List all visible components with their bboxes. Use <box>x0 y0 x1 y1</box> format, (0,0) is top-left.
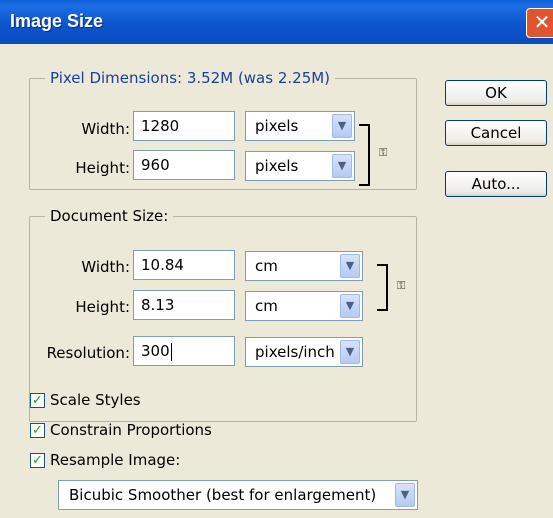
document-width-input[interactable]: 10.84 <box>133 250 235 280</box>
document-height-label: Height: <box>75 298 130 316</box>
document-link-bracket <box>377 264 388 311</box>
text-cursor <box>170 342 172 361</box>
chevron-down-icon[interactable]: ▼ <box>332 154 352 178</box>
checkmark-icon: ✓ <box>32 453 43 468</box>
chevron-down-icon[interactable]: ▼ <box>340 254 360 278</box>
document-width-unit-select[interactable]: cm ▼ <box>245 251 363 281</box>
pixel-height-unit-select[interactable]: pixels ▼ <box>245 151 355 181</box>
chevron-down-icon[interactable]: ▼ <box>395 483 415 507</box>
pixel-width-label: Width: <box>81 120 130 138</box>
auto-button[interactable]: Auto... <box>445 171 547 197</box>
pixel-width-input[interactable]: 1280 <box>133 111 235 141</box>
constrain-proportions-checkbox[interactable]: ✓ <box>30 423 45 438</box>
cancel-label: Cancel <box>470 124 522 142</box>
ok-label: OK <box>485 84 507 102</box>
auto-label: Auto... <box>471 175 521 193</box>
checkmark-icon: ✓ <box>32 393 43 408</box>
ok-button[interactable]: OK <box>445 80 547 106</box>
title-bar[interactable]: Image Size ✕ <box>0 0 553 44</box>
chevron-down-icon[interactable]: ▼ <box>340 340 360 364</box>
document-height-unit: cm <box>255 297 278 315</box>
chain-link-icon: ⚿ <box>397 279 406 292</box>
resolution-unit-select[interactable]: pixels/inch ▼ <box>245 337 363 367</box>
chevron-down-icon[interactable]: ▼ <box>332 114 352 138</box>
resample-method-value: Bicubic Smoother (best for enlargement) <box>69 486 377 504</box>
resample-method-select[interactable]: Bicubic Smoother (best for enlargement) … <box>58 480 418 510</box>
pixel-height-input[interactable]: 960 <box>133 150 235 180</box>
resample-image-checkbox[interactable]: ✓ <box>30 453 45 468</box>
constrain-proportions-label: Constrain Proportions <box>50 421 212 439</box>
resolution-unit: pixels/inch <box>255 343 335 361</box>
document-width-value: 10.84 <box>141 256 184 274</box>
dialog-body: Pixel Dimensions: 3.52M (was 2.25M) Widt… <box>0 44 553 518</box>
pixel-width-value: 1280 <box>141 117 180 135</box>
pixel-height-value: 960 <box>141 156 170 174</box>
resolution-input[interactable]: 300 <box>133 336 235 366</box>
pixel-height-label: Height: <box>75 159 130 177</box>
pixel-width-unit: pixels <box>255 117 299 135</box>
close-icon: ✕ <box>533 10 551 34</box>
chevron-down-icon[interactable]: ▼ <box>340 294 360 318</box>
pixel-dimensions-legend: Pixel Dimensions: 3.52M (was 2.25M) <box>45 69 336 87</box>
document-width-label: Width: <box>81 258 130 276</box>
chain-link-icon: ⚿ <box>379 146 388 159</box>
document-size-legend: Document Size: <box>45 207 174 225</box>
resolution-label: Resolution: <box>46 344 130 362</box>
scale-styles-label: Scale Styles <box>50 391 141 409</box>
close-button[interactable]: ✕ <box>526 8 553 38</box>
window-title: Image Size <box>10 11 104 31</box>
scale-styles-checkbox[interactable]: ✓ <box>30 393 45 408</box>
pixel-link-bracket <box>359 124 370 186</box>
checkmark-icon: ✓ <box>32 423 43 438</box>
resample-image-label: Resample Image: <box>50 451 181 469</box>
resolution-value: 300 <box>141 342 170 360</box>
document-height-input[interactable]: 8.13 <box>133 290 235 320</box>
pixel-height-unit: pixels <box>255 157 299 175</box>
cancel-button[interactable]: Cancel <box>445 120 547 146</box>
document-width-unit: cm <box>255 257 278 275</box>
pixel-width-unit-select[interactable]: pixels ▼ <box>245 111 355 141</box>
document-height-value: 8.13 <box>141 296 175 314</box>
document-height-unit-select[interactable]: cm ▼ <box>245 291 363 321</box>
